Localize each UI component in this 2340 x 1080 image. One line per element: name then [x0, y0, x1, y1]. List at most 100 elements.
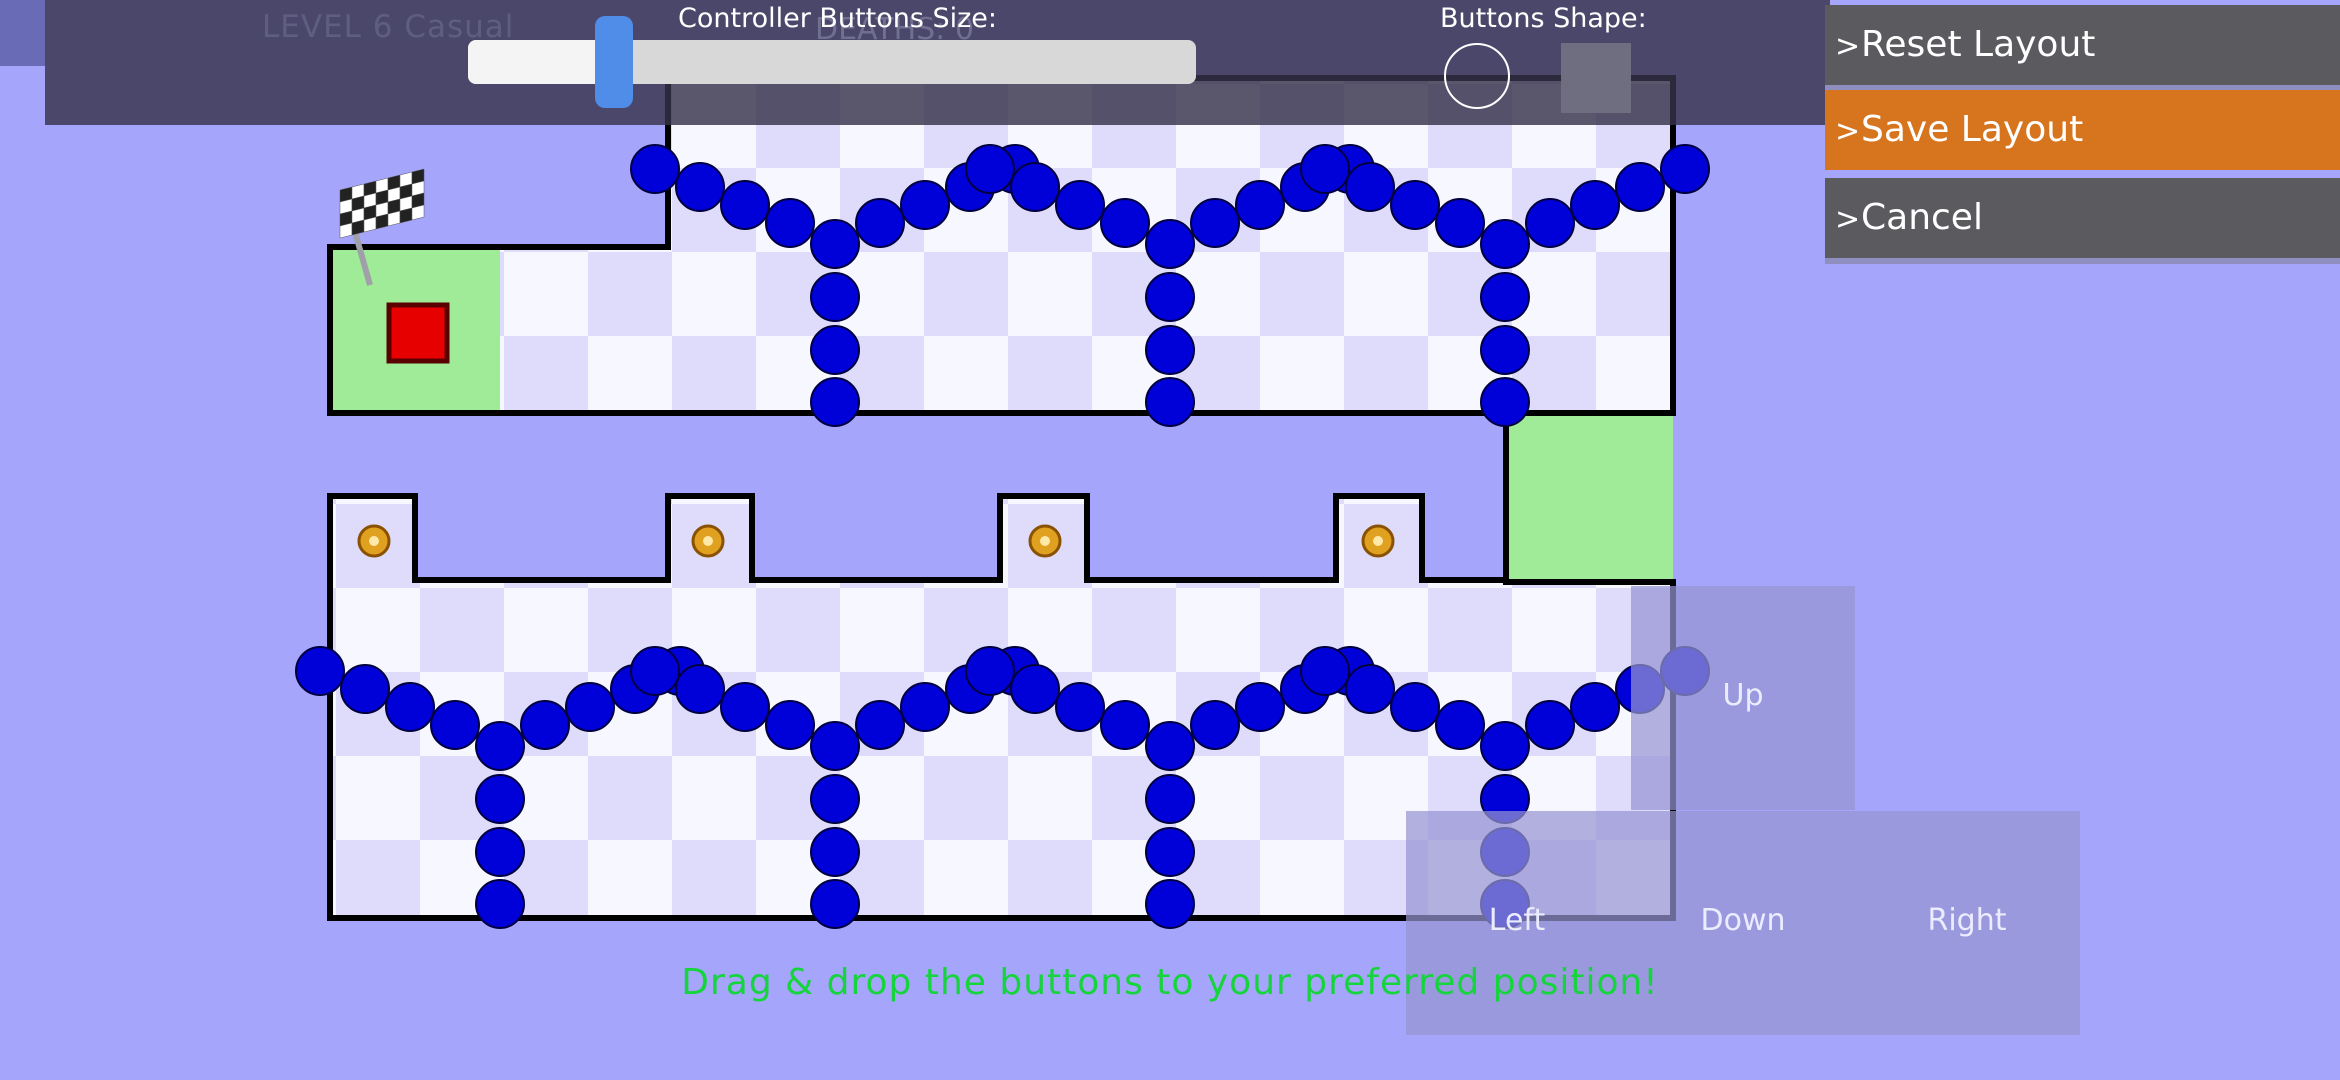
enemy-dot	[1435, 700, 1485, 750]
up-control-label: Up	[1722, 678, 1764, 713]
enemy-dot	[855, 198, 905, 248]
enemy-dot	[810, 879, 860, 929]
enemy-dot	[295, 646, 345, 696]
left-control-button[interactable]: Left	[1437, 903, 1597, 938]
enemy-dot	[1345, 664, 1395, 714]
enemy-dot	[1235, 682, 1285, 732]
enemy-dot	[475, 721, 525, 771]
enemy-dot	[1615, 162, 1665, 212]
enemy-dot	[1480, 721, 1530, 771]
enemy-dot	[1300, 144, 1350, 194]
enemy-dot	[565, 682, 615, 732]
player-square	[386, 302, 450, 364]
checkpoint-zone	[1506, 413, 1673, 582]
enemy-dot	[1660, 144, 1710, 194]
enemy-dot	[1055, 180, 1105, 230]
reset-layout-button[interactable]: >Reset Layout	[1825, 5, 2340, 85]
coin-shine	[703, 536, 713, 546]
enemy-dot	[385, 682, 435, 732]
save-layout-button[interactable]: >Save Layout	[1825, 90, 2340, 170]
enemy-dot	[1100, 700, 1150, 750]
enemy-dot	[1345, 162, 1395, 212]
cancel-button[interactable]: >Cancel	[1825, 178, 2340, 258]
enemy-dot	[1145, 827, 1195, 877]
enemy-dot	[675, 664, 725, 714]
enemy-dot	[630, 144, 680, 194]
slider-fill	[468, 40, 614, 84]
enemy-dot	[1390, 180, 1440, 230]
square-shape-option[interactable]	[1561, 43, 1631, 113]
enemy-dot	[810, 721, 860, 771]
chevron-right-icon: >	[1835, 29, 1861, 64]
slider-thumb[interactable]	[595, 16, 633, 108]
chevron-right-icon: >	[1835, 114, 1861, 149]
enemy-dot	[900, 682, 950, 732]
enemy-dot	[720, 682, 770, 732]
up-control-button[interactable]: Up	[1631, 586, 1855, 810]
circle-shape-option[interactable]	[1444, 43, 1510, 109]
enemy-dot	[1235, 180, 1285, 230]
enemy-dot	[765, 198, 815, 248]
enemy-dot	[1300, 646, 1350, 696]
enemy-dot	[1525, 700, 1575, 750]
enemy-dot	[1190, 198, 1240, 248]
enemy-dot	[630, 646, 680, 696]
enemy-dot	[965, 646, 1015, 696]
enemy-dot	[810, 325, 860, 375]
right-control-button[interactable]: Right	[1887, 903, 2047, 938]
enemy-dot	[900, 180, 950, 230]
coin-shine	[369, 536, 379, 546]
enemy-dot	[1145, 879, 1195, 929]
button-size-label: Controller Buttons Size:	[678, 3, 998, 34]
enemy-dot	[765, 700, 815, 750]
enemy-dot	[340, 664, 390, 714]
enemy-dot	[1145, 219, 1195, 269]
enemy-dot	[1145, 377, 1195, 427]
enemy-dot	[1145, 325, 1195, 375]
drag-drop-hint: Drag & drop the buttons to your preferre…	[681, 962, 1659, 1003]
enemy-dot	[810, 272, 860, 322]
down-control-button[interactable]: Down	[1663, 903, 1823, 938]
enemy-dot	[1480, 377, 1530, 427]
cancel-label: Cancel	[1861, 197, 1983, 238]
hud-corner	[0, 0, 45, 66]
enemy-dot	[810, 219, 860, 269]
enemy-dot	[1390, 682, 1440, 732]
enemy-dot	[475, 879, 525, 929]
enemy-dot	[720, 180, 770, 230]
coin-shine	[1373, 536, 1383, 546]
coin-layer	[357, 524, 1395, 558]
enemy-dot	[1145, 774, 1195, 824]
enemy-dot	[1010, 162, 1060, 212]
enemy-dot	[810, 774, 860, 824]
save-layout-label: Save Layout	[1861, 109, 2084, 150]
coin-shine	[1040, 536, 1050, 546]
reset-layout-label: Reset Layout	[1861, 24, 2096, 65]
enemy-dot	[1435, 198, 1485, 248]
enemy-dot	[1570, 682, 1620, 732]
enemy-dot	[810, 827, 860, 877]
button-size-slider[interactable]	[468, 16, 1196, 108]
enemy-dot	[1055, 682, 1105, 732]
enemy-dot	[520, 700, 570, 750]
enemy-dot	[1145, 272, 1195, 322]
enemy-dot	[675, 162, 725, 212]
enemy-dot	[965, 144, 1015, 194]
enemy-dot	[1480, 219, 1530, 269]
enemy-dot	[475, 774, 525, 824]
chevron-right-icon: >	[1835, 202, 1861, 237]
enemy-dot	[1570, 180, 1620, 230]
player-layer	[386, 302, 450, 364]
enemy-dot	[1525, 198, 1575, 248]
enemy-dot	[430, 700, 480, 750]
enemy-dot	[475, 827, 525, 877]
enemy-dot	[1010, 664, 1060, 714]
enemy-dot	[1190, 700, 1240, 750]
enemy-dot	[855, 700, 905, 750]
enemy-dot	[1100, 198, 1150, 248]
enemy-dot	[1480, 325, 1530, 375]
enemy-dot	[1145, 721, 1195, 771]
button-shape-label: Buttons Shape:	[1440, 3, 1647, 34]
enemy-dot	[1480, 272, 1530, 322]
enemy-dot	[810, 377, 860, 427]
